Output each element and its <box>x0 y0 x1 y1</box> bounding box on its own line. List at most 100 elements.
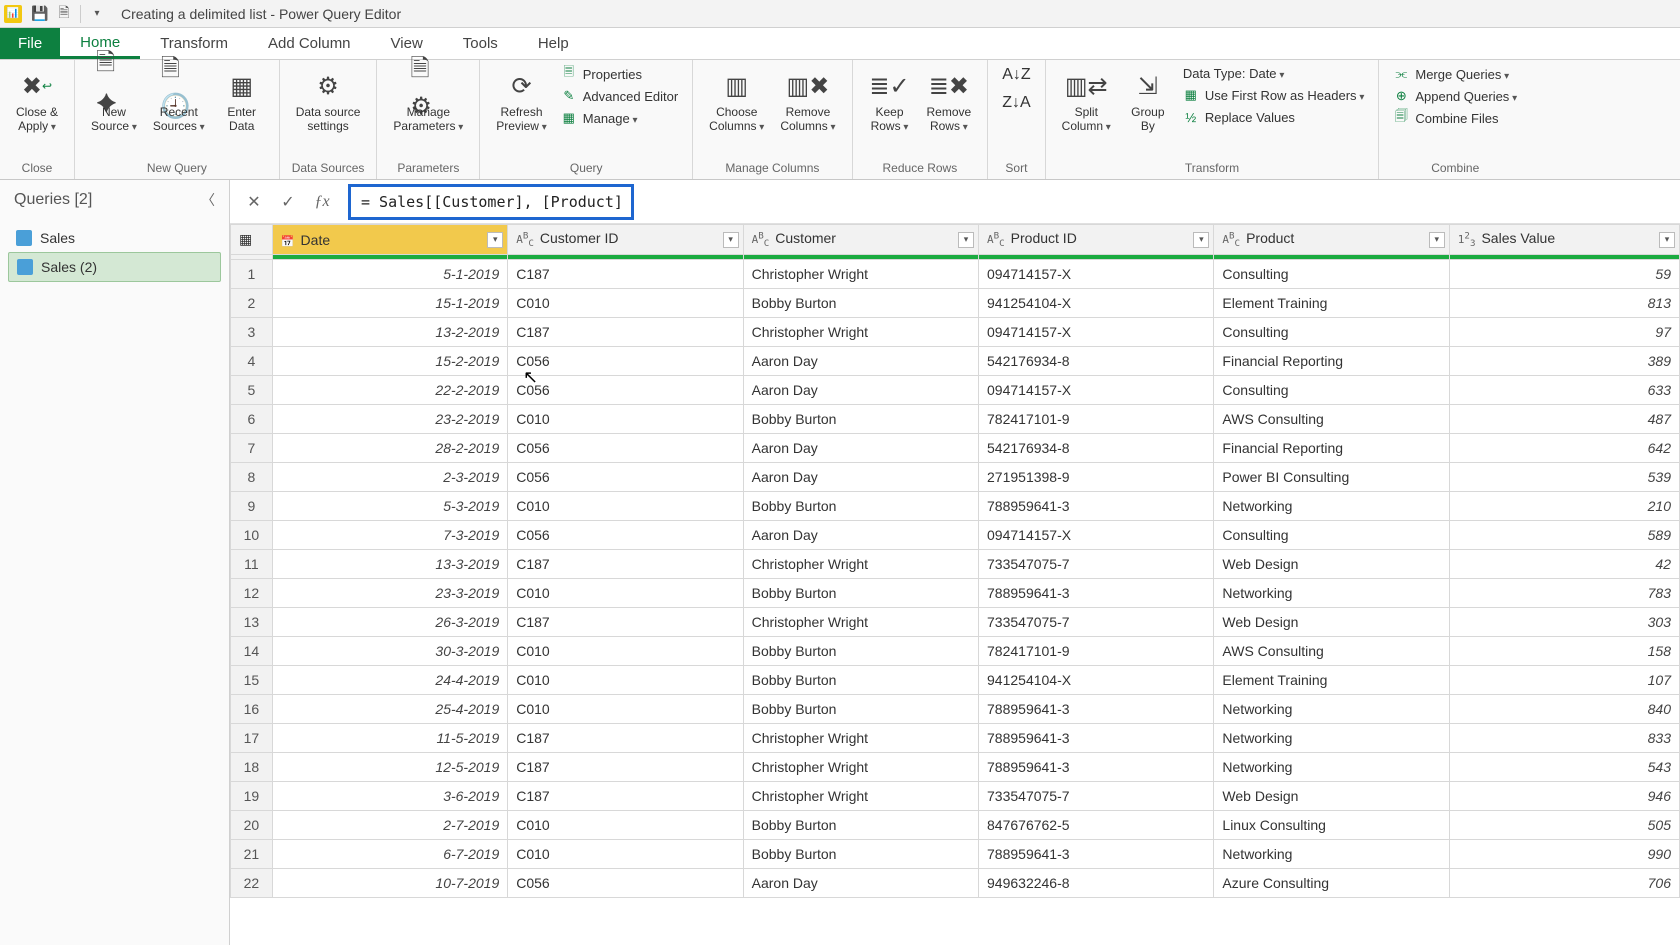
cell-date[interactable]: 15-2-2019 <box>272 347 507 376</box>
cell-customer-id[interactable]: C187 <box>508 608 743 637</box>
cell-product[interactable]: Linux Consulting <box>1214 811 1449 840</box>
cell-product-id[interactable]: 094714157-X <box>979 521 1214 550</box>
cell-customer-id[interactable]: C187 <box>508 724 743 753</box>
cell-product-id[interactable]: 733547075-7 <box>979 608 1214 637</box>
cell-product[interactable]: Element Training <box>1214 289 1449 318</box>
cell-date[interactable]: 5-3-2019 <box>272 492 507 521</box>
cell-customer-id[interactable]: C056 <box>508 869 743 898</box>
cell-customer-id[interactable]: C010 <box>508 405 743 434</box>
cell-sales-value[interactable]: 389 <box>1449 347 1679 376</box>
cell-sales-value[interactable]: 97 <box>1449 318 1679 347</box>
table-row[interactable]: 415-2-2019C056Aaron Day542176934-8Financ… <box>231 347 1680 376</box>
cell-customer[interactable]: Christopher Wright <box>743 608 978 637</box>
cell-customer-id[interactable]: C010 <box>508 492 743 521</box>
cell-product[interactable]: Networking <box>1214 840 1449 869</box>
cell-sales-value[interactable]: 539 <box>1449 463 1679 492</box>
formula-commit-button[interactable]: ✓ <box>274 188 302 216</box>
column-header-val[interactable]: 123Sales Value▾ <box>1449 225 1679 255</box>
cell-product[interactable]: Networking <box>1214 695 1449 724</box>
combine-files-button[interactable]: 🗐Combine Files <box>1389 108 1521 128</box>
cell-product[interactable]: Web Design <box>1214 550 1449 579</box>
query-item[interactable]: Sales (2) <box>8 252 221 282</box>
cell-date[interactable]: 15-1-2019 <box>272 289 507 318</box>
cell-customer-id[interactable]: C056 <box>508 463 743 492</box>
cell-customer[interactable]: Christopher Wright <box>743 260 978 289</box>
group-by-button[interactable]: ⇲Group By <box>1121 64 1175 138</box>
cell-customer[interactable]: Aaron Day <box>743 376 978 405</box>
append-queries-button[interactable]: ⊕Append Queries <box>1389 86 1521 106</box>
cell-date[interactable]: 5-1-2019 <box>272 260 507 289</box>
table-row[interactable]: 313-2-2019C187Christopher Wright09471415… <box>231 318 1680 347</box>
cell-product-id[interactable]: 782417101-9 <box>979 405 1214 434</box>
cell-sales-value[interactable]: 833 <box>1449 724 1679 753</box>
cell-customer-id[interactable]: C187 <box>508 782 743 811</box>
column-header-custid[interactable]: ABCCustomer ID▾ <box>508 225 743 255</box>
cell-customer[interactable]: Aaron Day <box>743 463 978 492</box>
table-row[interactable]: 107-3-2019C056Aaron Day094714157-XConsul… <box>231 521 1680 550</box>
sort-desc-button[interactable]: Z↓A <box>998 92 1034 114</box>
cell-product[interactable]: Consulting <box>1214 318 1449 347</box>
cell-product-id[interactable]: 949632246-8 <box>979 869 1214 898</box>
cell-date[interactable]: 30-3-2019 <box>272 637 507 666</box>
cell-product[interactable]: Networking <box>1214 492 1449 521</box>
table-row[interactable]: 1524-4-2019C010Bobby Burton941254104-XEl… <box>231 666 1680 695</box>
cell-customer[interactable]: Christopher Wright <box>743 753 978 782</box>
formula-cancel-button[interactable]: ✕ <box>240 188 268 216</box>
cell-customer-id[interactable]: C187 <box>508 550 743 579</box>
cell-date[interactable]: 13-3-2019 <box>272 550 507 579</box>
cell-customer-id[interactable]: C010 <box>508 289 743 318</box>
cell-customer-id[interactable]: C010 <box>508 666 743 695</box>
table-row[interactable]: 1625-4-2019C010Bobby Burton788959641-3Ne… <box>231 695 1680 724</box>
tab-help[interactable]: Help <box>518 28 589 59</box>
cell-product[interactable]: AWS Consulting <box>1214 405 1449 434</box>
advanced-editor-button[interactable]: ✎Advanced Editor <box>557 86 682 106</box>
recent-sources-button[interactable]: 🗎🕘Recent Sources <box>147 64 211 138</box>
close-and-apply-button[interactable]: ✖↩ Close & Apply <box>10 64 64 138</box>
cell-customer-id[interactable]: C187 <box>508 753 743 782</box>
cell-customer[interactable]: Bobby Burton <box>743 579 978 608</box>
cell-date[interactable]: 2-3-2019 <box>272 463 507 492</box>
query-item[interactable]: Sales <box>8 224 221 252</box>
cell-date[interactable]: 7-3-2019 <box>272 521 507 550</box>
cell-customer[interactable]: Aaron Day <box>743 521 978 550</box>
cell-sales-value[interactable]: 813 <box>1449 289 1679 318</box>
data-type-button[interactable]: Data Type: Date <box>1179 64 1369 83</box>
cell-sales-value[interactable]: 543 <box>1449 753 1679 782</box>
cell-sales-value[interactable]: 706 <box>1449 869 1679 898</box>
cell-customer[interactable]: Aaron Day <box>743 869 978 898</box>
cell-product-id[interactable]: 271951398-9 <box>979 463 1214 492</box>
table-row[interactable]: 193-6-2019C187Christopher Wright73354707… <box>231 782 1680 811</box>
cell-product[interactable]: Element Training <box>1214 666 1449 695</box>
replace-values-button[interactable]: ½Replace Values <box>1179 107 1369 127</box>
cell-sales-value[interactable]: 59 <box>1449 260 1679 289</box>
cell-product-id[interactable]: 788959641-3 <box>979 695 1214 724</box>
cell-product-id[interactable]: 788959641-3 <box>979 753 1214 782</box>
sort-asc-button[interactable]: A↓Z <box>998 64 1034 86</box>
cell-product[interactable]: Networking <box>1214 579 1449 608</box>
cell-date[interactable]: 25-4-2019 <box>272 695 507 724</box>
filter-dropdown-icon[interactable]: ▾ <box>958 232 974 248</box>
merge-queries-button[interactable]: ⫘Merge Queries <box>1389 64 1521 84</box>
cell-customer[interactable]: Christopher Wright <box>743 550 978 579</box>
cell-customer-id[interactable]: C056 <box>508 376 743 405</box>
cell-product[interactable]: Azure Consulting <box>1214 869 1449 898</box>
cell-date[interactable]: 11-5-2019 <box>272 724 507 753</box>
filter-dropdown-icon[interactable]: ▾ <box>487 232 503 248</box>
tab-file[interactable]: File <box>0 28 60 59</box>
cell-customer-id[interactable]: C056 <box>508 347 743 376</box>
cell-customer[interactable]: Bobby Burton <box>743 666 978 695</box>
cell-date[interactable]: 10-7-2019 <box>272 869 507 898</box>
table-row[interactable]: 215-1-2019C010Bobby Burton941254104-XEle… <box>231 289 1680 318</box>
cell-date[interactable]: 3-6-2019 <box>272 782 507 811</box>
table-row[interactable]: 216-7-2019C010Bobby Burton788959641-3Net… <box>231 840 1680 869</box>
first-row-headers-button[interactable]: ▦Use First Row as Headers <box>1179 85 1369 105</box>
cell-product-id[interactable]: 733547075-7 <box>979 550 1214 579</box>
new-source-button[interactable]: 🗎✦New Source <box>85 64 143 138</box>
cell-product[interactable]: Financial Reporting <box>1214 347 1449 376</box>
cell-product-id[interactable]: 542176934-8 <box>979 347 1214 376</box>
cell-product[interactable]: Financial Reporting <box>1214 434 1449 463</box>
cell-product-id[interactable]: 788959641-3 <box>979 724 1214 753</box>
cell-customer[interactable]: Christopher Wright <box>743 724 978 753</box>
table-row[interactable]: 1812-5-2019C187Christopher Wright7889596… <box>231 753 1680 782</box>
cell-product[interactable]: AWS Consulting <box>1214 637 1449 666</box>
